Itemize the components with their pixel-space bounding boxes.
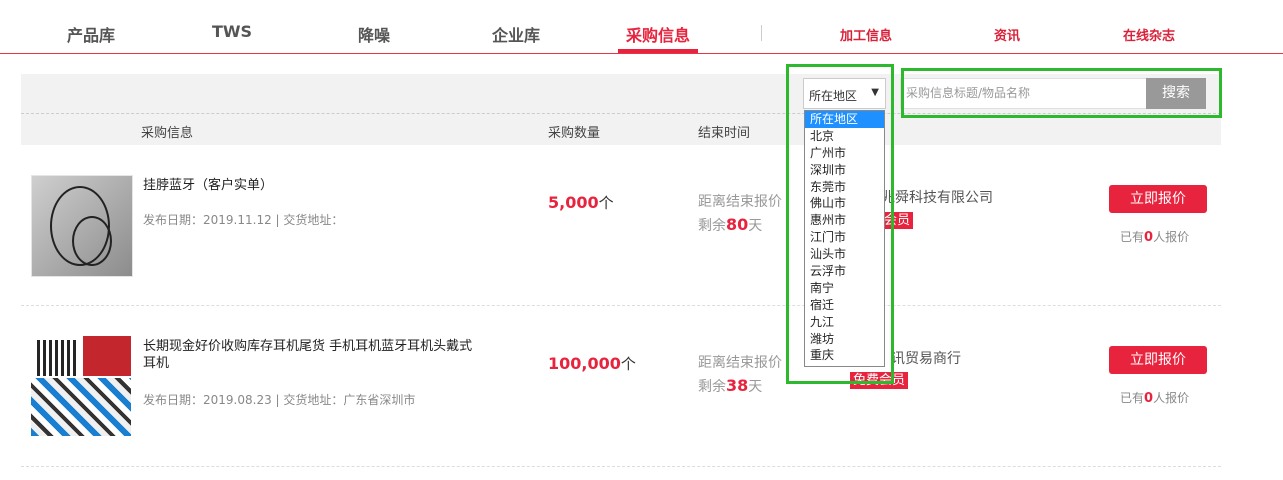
remaining-value: 38	[726, 376, 749, 395]
nav-item-processing-info[interactable]: 加工信息	[840, 25, 892, 44]
nav-item-news[interactable]: 资讯	[994, 25, 1020, 44]
annotation-box-region	[786, 64, 894, 384]
purchase-meta: 发布日期：2019.11.12 | 交货地址：	[143, 213, 344, 227]
list-item: 长期现金好价收购库存耳机尾货 手机耳机蓝牙耳机头戴式耳机 发布日期：2019.0…	[21, 306, 1221, 467]
remaining-suffix: 天	[748, 218, 763, 234]
company-name[interactable]: 讯贸易商行	[891, 348, 961, 368]
top-nav: 产品库 TWS 降噪 企业库 采购信息 加工信息 资讯 在线杂志	[0, 0, 1283, 54]
purchase-quantity: 100,000个	[548, 353, 636, 374]
quantity-unit: 个	[620, 355, 636, 373]
quote-count-prefix: 已有	[1120, 230, 1145, 244]
remaining-suffix: 天	[748, 379, 763, 395]
purchase-title[interactable]: 长期现金好价收购库存耳机尾货 手机耳机蓝牙耳机头戴式耳机	[143, 338, 483, 372]
end-label: 距离结束报价	[698, 355, 782, 371]
nav-item-purchase-info[interactable]: 采购信息	[626, 22, 690, 46]
nav-item-product-library[interactable]: 产品库	[67, 22, 115, 46]
nav-item-noise-cancel[interactable]: 降噪	[358, 22, 390, 46]
list-item: 挂脖蓝牙（客户实单） 发布日期：2019.11.12 | 交货地址： 5,000…	[21, 145, 1221, 306]
nav-item-company-library[interactable]: 企业库	[492, 22, 540, 46]
purchase-meta: 发布日期：2019.08.23 | 交货地址：广东省深圳市	[143, 393, 416, 407]
purchase-title[interactable]: 挂脖蓝牙（客户实单）	[143, 177, 483, 194]
quote-count-suffix: 人报价	[1153, 391, 1190, 405]
column-purchase-info: 采购信息	[141, 126, 194, 141]
quantity-value: 5,000	[548, 193, 599, 212]
column-end-time: 结束时间	[698, 126, 751, 141]
quantity-value: 100,000	[548, 354, 621, 373]
remaining-days: 剩余38天	[698, 376, 762, 396]
remaining-prefix: 剩余	[698, 379, 726, 395]
quantity-unit: 个	[598, 194, 614, 212]
column-quantity: 采购数量	[548, 126, 601, 141]
quote-count-prefix: 已有	[1120, 391, 1145, 405]
nav-divider	[761, 25, 762, 41]
quote-now-button[interactable]: 立即报价	[1109, 185, 1207, 213]
nav-item-tws[interactable]: TWS	[212, 22, 252, 41]
company-name[interactable]: 兆舜科技有限公司	[881, 187, 993, 207]
purchase-quantity: 5,000个	[548, 192, 614, 213]
quote-count-value: 0	[1144, 230, 1154, 245]
advert-image	[31, 336, 133, 438]
nav-item-online-magazine[interactable]: 在线杂志	[1123, 25, 1175, 44]
quote-count: 已有0人报价	[1120, 389, 1189, 406]
end-label: 距离结束报价	[698, 194, 782, 210]
quote-count: 已有0人报价	[1120, 228, 1189, 245]
quote-count-suffix: 人报价	[1153, 230, 1190, 244]
product-thumbnail[interactable]	[31, 336, 133, 438]
remaining-prefix: 剩余	[698, 218, 726, 234]
list-header: 采购信息 采购数量 结束时间	[21, 114, 1221, 145]
earphone-image	[32, 176, 132, 276]
product-thumbnail[interactable]	[31, 175, 133, 277]
remaining-days: 剩余80天	[698, 215, 762, 235]
remaining-value: 80	[726, 215, 749, 234]
quote-now-button[interactable]: 立即报价	[1109, 346, 1207, 374]
quote-count-value: 0	[1144, 391, 1154, 406]
active-tab-underline	[618, 49, 698, 53]
annotation-box-search	[901, 68, 1222, 118]
